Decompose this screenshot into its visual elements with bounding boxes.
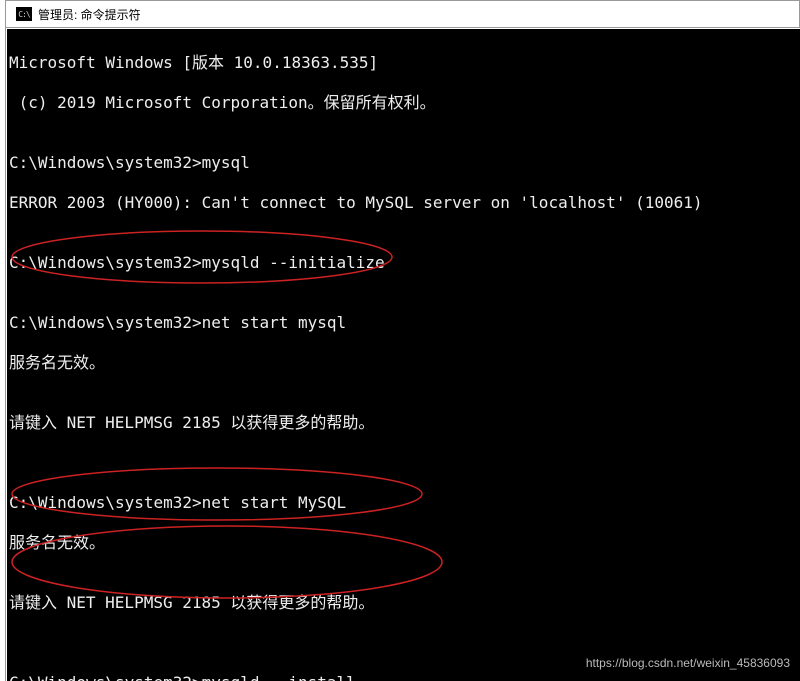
window-title: 管理员: 命令提示符 <box>38 6 141 23</box>
cmd-icon: C:\ <box>16 7 32 21</box>
output-line: C:\Windows\system32>mysql <box>9 153 798 173</box>
output-line: ERROR 2003 (HY000): Can't connect to MyS… <box>9 193 798 213</box>
output-line: C:\Windows\system32>net start MySQL <box>9 493 798 513</box>
output-line: C:\Windows\system32>mysqld --install <box>9 673 798 681</box>
output-line: 请键入 NET HELPMSG 2185 以获得更多的帮助。 <box>9 593 798 613</box>
output-line: 服务名无效。 <box>9 353 798 373</box>
terminal-output[interactable]: Microsoft Windows [版本 10.0.18363.535] (c… <box>7 29 800 681</box>
output-line: Microsoft Windows [版本 10.0.18363.535] <box>9 53 798 73</box>
output-line: 请键入 NET HELPMSG 2185 以获得更多的帮助。 <box>9 413 798 433</box>
output-line: 服务名无效。 <box>9 533 798 553</box>
output-line: (c) 2019 Microsoft Corporation。保留所有权利。 <box>9 93 798 113</box>
watermark: https://blog.csdn.net/weixin_45836093 <box>586 653 790 673</box>
output-line: C:\Windows\system32>mysqld --initialize <box>9 253 798 273</box>
window-titlebar[interactable]: C:\ 管理员: 命令提示符 <box>6 0 800 28</box>
output-line: C:\Windows\system32>net start mysql <box>9 313 798 333</box>
